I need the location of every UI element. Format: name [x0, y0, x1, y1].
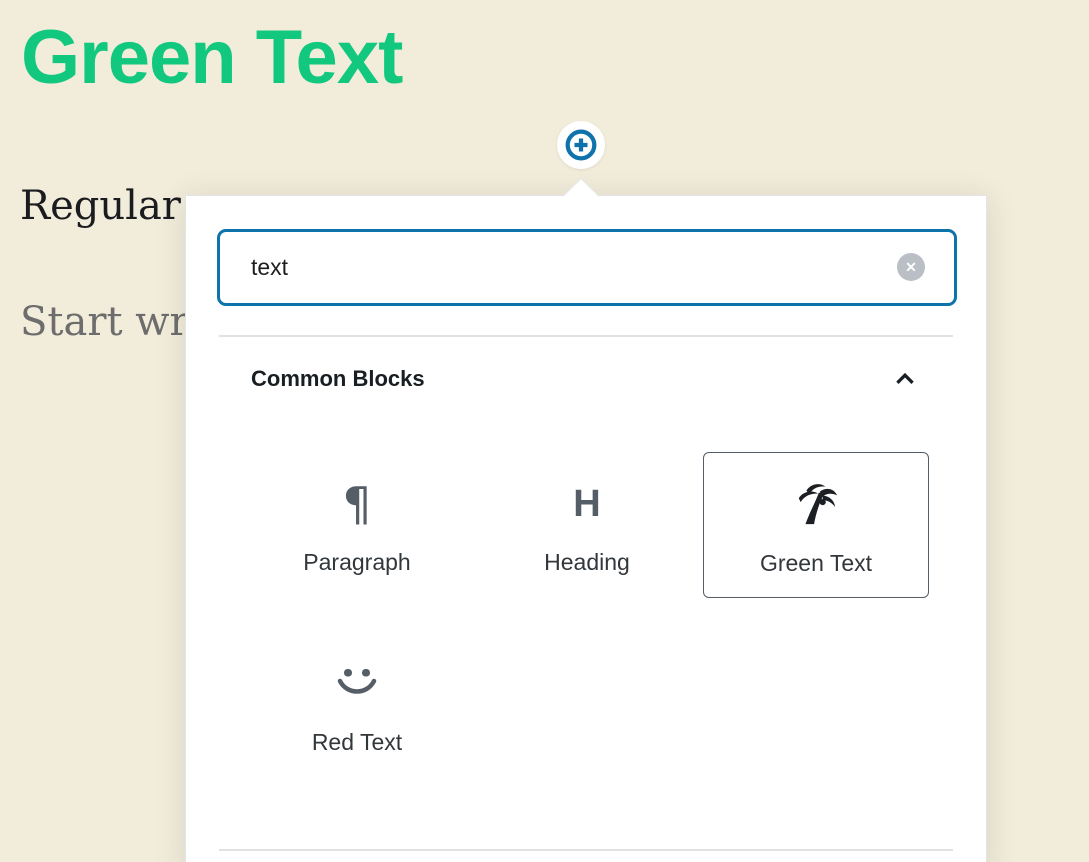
block-label: Green Text: [760, 550, 872, 578]
palm-tree-icon: [793, 477, 839, 533]
block-label: Red Text: [312, 729, 402, 757]
clear-search-button[interactable]: ✕: [897, 253, 925, 281]
heading-icon: H: [573, 476, 600, 532]
divider: [219, 849, 953, 851]
add-block-button[interactable]: [557, 121, 605, 169]
block-label: Heading: [544, 549, 630, 577]
block-item-red-text[interactable]: Red Text: [244, 632, 470, 778]
document-heading[interactable]: Green Text: [21, 10, 402, 105]
chevron-up-icon: [892, 366, 918, 392]
block-label: Paragraph: [303, 549, 410, 577]
block-item-heading[interactable]: H Heading: [474, 452, 700, 598]
block-search-input[interactable]: [217, 229, 957, 306]
smiley-icon: [335, 656, 379, 712]
block-inserter-popup: ✕ Common Blocks ¶ Paragraph H Heading: [185, 195, 987, 862]
block-item-paragraph[interactable]: ¶ Paragraph: [244, 452, 470, 598]
section-title: Common Blocks: [251, 366, 425, 392]
block-item-green-text[interactable]: Green Text: [703, 452, 929, 598]
common-blocks-section-toggle[interactable]: Common Blocks: [186, 356, 986, 400]
circle-plus-icon: [564, 128, 598, 162]
pilcrow-icon: ¶: [342, 476, 371, 532]
close-icon: ✕: [905, 260, 917, 274]
divider: [219, 335, 953, 337]
